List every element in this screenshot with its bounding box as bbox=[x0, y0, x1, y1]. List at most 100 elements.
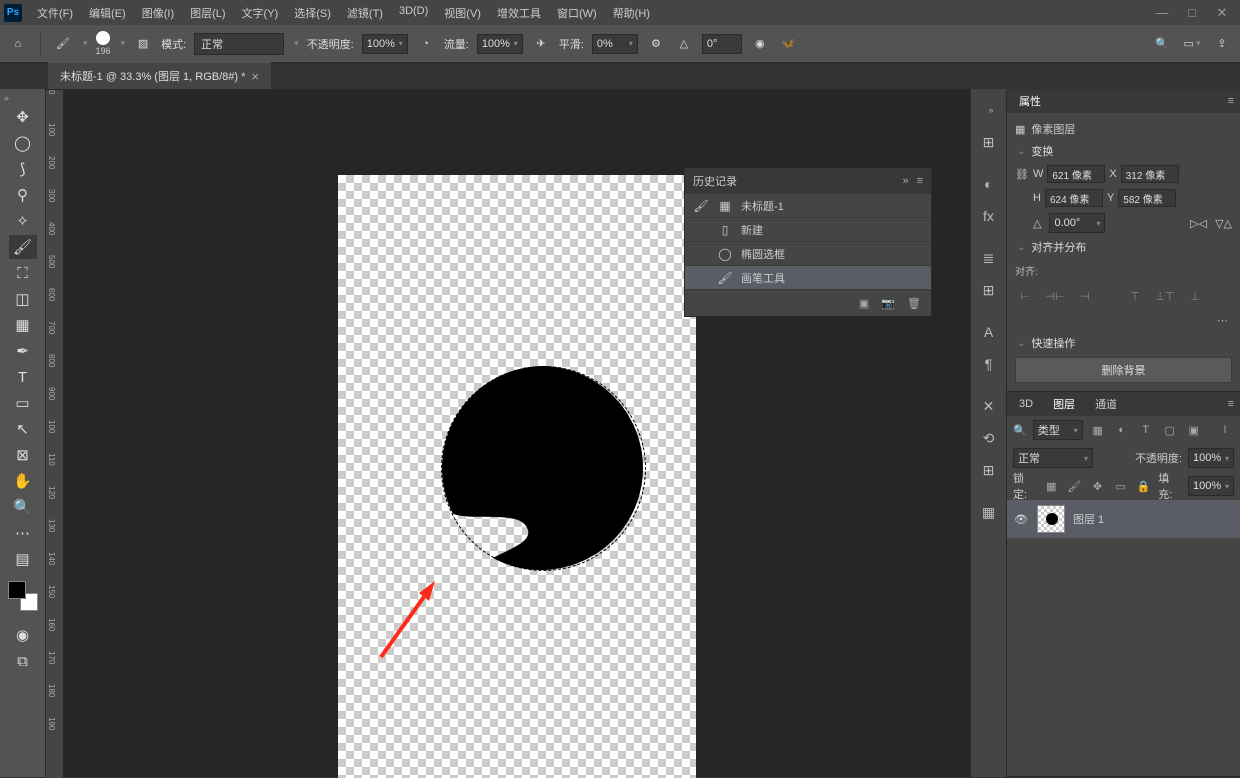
flip-v-icon[interactable]: ▽△ bbox=[1215, 217, 1232, 230]
new-snapshot-icon[interactable]: ▣ bbox=[859, 297, 869, 310]
minimize-button[interactable]: — bbox=[1148, 3, 1176, 23]
align-bottom-icon[interactable]: ⊥ bbox=[1185, 288, 1205, 304]
panel-menu-icon[interactable]: ≡ bbox=[1228, 95, 1234, 107]
brush-tool[interactable]: 🖌 bbox=[9, 235, 37, 259]
gradient-tool[interactable]: ▦ bbox=[9, 313, 37, 337]
pressure-size-icon[interactable]: ◉ bbox=[750, 34, 770, 54]
brush-panel-icon[interactable]: ▧ bbox=[133, 34, 153, 54]
align-left-icon[interactable]: ⊢ bbox=[1015, 288, 1035, 304]
panel-menu-icon[interactable]: ≡ bbox=[1228, 398, 1234, 410]
y-input[interactable] bbox=[1118, 189, 1176, 207]
lasso-tool[interactable]: ⟆ bbox=[9, 157, 37, 181]
document-tab[interactable]: 未标题-1 @ 33.3% (图层 1, RGB/8#) * × bbox=[48, 62, 271, 89]
flip-h-icon[interactable]: ▷◁ bbox=[1190, 217, 1207, 230]
strip-icon[interactable]: ¶ bbox=[974, 349, 1004, 379]
layer-name[interactable]: 图层 1 bbox=[1073, 511, 1104, 527]
menu-help[interactable]: 帮助(H) bbox=[606, 1, 657, 25]
type-tool[interactable]: T bbox=[9, 365, 37, 389]
strip-icon[interactable]: ✕ bbox=[974, 391, 1004, 421]
trash-icon[interactable]: 🗑 bbox=[907, 297, 921, 310]
smooth-input[interactable]: 0%▾ bbox=[592, 34, 638, 54]
align-top-icon[interactable]: ⊤ bbox=[1125, 288, 1145, 304]
menu-select[interactable]: 选择(S) bbox=[287, 1, 338, 25]
angle-input[interactable]: 0.00°▾ bbox=[1049, 213, 1105, 233]
tab-3d[interactable]: 3D bbox=[1015, 394, 1037, 414]
quick-select-tool[interactable]: ⚲ bbox=[9, 183, 37, 207]
link-icon[interactable]: ⛓ bbox=[1015, 168, 1029, 181]
strip-icon[interactable]: ⟲ bbox=[974, 423, 1004, 453]
menu-window[interactable]: 窗口(W) bbox=[550, 1, 604, 25]
layer-thumbnail[interactable] bbox=[1037, 505, 1065, 533]
edit-toolbar[interactable]: ▤ bbox=[9, 547, 37, 571]
menu-filter[interactable]: 滤镜(T) bbox=[340, 1, 390, 25]
quickmask-tool[interactable]: ◉ bbox=[9, 623, 37, 647]
filter-type-icon[interactable]: T bbox=[1137, 421, 1155, 439]
strip-icon[interactable]: ▦ bbox=[974, 497, 1004, 527]
strip-icon[interactable]: ⊞ bbox=[974, 455, 1004, 485]
search-icon[interactable]: 🔍 bbox=[1152, 34, 1172, 54]
tab-channels[interactable]: 通道 bbox=[1091, 392, 1121, 416]
filter-toggle[interactable]: ⏽ bbox=[1216, 421, 1234, 439]
mode-select[interactable]: 正常 bbox=[194, 33, 284, 55]
home-icon[interactable]: ⌂ bbox=[8, 34, 28, 54]
zoom-tool[interactable]: 🔍 bbox=[9, 495, 37, 519]
history-doc-row[interactable]: 🖌 ▦ 未标题-1 bbox=[685, 194, 931, 218]
history-item[interactable]: ▯ 新建 bbox=[685, 218, 931, 242]
menu-plugins[interactable]: 增效工具 bbox=[490, 1, 548, 25]
remove-bg-button[interactable]: 删除背景 bbox=[1015, 357, 1232, 383]
lock-move-icon[interactable]: ✥ bbox=[1089, 477, 1106, 495]
transform-section[interactable]: ⌄变换 bbox=[1015, 143, 1232, 159]
symmetry-icon[interactable]: 🦋 bbox=[778, 34, 798, 54]
collapse-icon[interactable]: » bbox=[902, 175, 908, 187]
layer-opacity-input[interactable]: 100%▾ bbox=[1188, 448, 1234, 468]
menu-file[interactable]: 文件(F) bbox=[30, 1, 80, 25]
screenmode-tool[interactable]: ⧉ bbox=[9, 649, 37, 673]
layer-filter-select[interactable]: 类型▾ bbox=[1033, 420, 1083, 440]
share-icon[interactable]: ⇪ bbox=[1212, 34, 1232, 54]
filter-smart-icon[interactable]: ▣ bbox=[1185, 421, 1203, 439]
history-item[interactable]: ◯ 椭圆选框 bbox=[685, 242, 931, 266]
filter-adjust-icon[interactable]: ◐ bbox=[1113, 421, 1131, 439]
fill-input[interactable]: 100%▾ bbox=[1188, 476, 1234, 496]
menu-edit[interactable]: 编辑(E) bbox=[82, 1, 133, 25]
camera-icon[interactable]: 📷 bbox=[881, 297, 895, 310]
x-input[interactable] bbox=[1121, 165, 1179, 183]
layer-row[interactable]: 👁 图层 1 bbox=[1007, 500, 1240, 538]
align-right-icon[interactable]: ⊣ bbox=[1075, 288, 1095, 304]
color-swatch[interactable] bbox=[8, 581, 38, 611]
marquee-tool[interactable]: ◯ bbox=[9, 131, 37, 155]
filter-shape-icon[interactable]: ▢ bbox=[1161, 421, 1179, 439]
airbrush-icon[interactable]: ✈ bbox=[531, 34, 551, 54]
filter-pixel-icon[interactable]: ▦ bbox=[1089, 421, 1107, 439]
lock-artboard-icon[interactable]: ▭ bbox=[1112, 477, 1129, 495]
gear-icon[interactable]: ⚙ bbox=[646, 34, 666, 54]
path-select-tool[interactable]: ↖ bbox=[9, 417, 37, 441]
width-input[interactable] bbox=[1047, 165, 1105, 183]
align-vcenter-icon[interactable]: ⊥⊤ bbox=[1155, 288, 1175, 304]
lock-all-icon[interactable]: 🔒 bbox=[1135, 477, 1152, 495]
move-tool[interactable]: ✥ bbox=[9, 105, 37, 129]
artboard[interactable] bbox=[338, 175, 696, 778]
hand-tool[interactable]: ✋ bbox=[9, 469, 37, 493]
frame-tool[interactable]: ⊠ bbox=[9, 443, 37, 467]
strip-icon[interactable]: ≣ bbox=[974, 243, 1004, 273]
more-icon[interactable]: ⋯ bbox=[1015, 312, 1232, 329]
blend-mode-select[interactable]: 正常▾ bbox=[1013, 448, 1093, 468]
menu-type[interactable]: 文字(Y) bbox=[235, 1, 286, 25]
workspace-icon[interactable]: ▭▾ bbox=[1182, 34, 1202, 54]
strip-icon[interactable]: A bbox=[974, 317, 1004, 347]
height-input[interactable] bbox=[1045, 189, 1103, 207]
visibility-icon[interactable]: 👁 bbox=[1013, 513, 1029, 526]
close-tab-icon[interactable]: × bbox=[251, 69, 259, 84]
wand-tool[interactable]: ✧ bbox=[9, 209, 37, 233]
strip-icon[interactable]: fx bbox=[974, 201, 1004, 231]
tab-properties[interactable]: 属性 bbox=[1015, 89, 1045, 113]
menu-3d[interactable]: 3D(D) bbox=[392, 1, 435, 25]
panel-menu-icon[interactable]: ≡ bbox=[917, 175, 923, 187]
pen-tool[interactable]: ✒ bbox=[9, 339, 37, 363]
strip-icon[interactable]: ◐ bbox=[974, 169, 1004, 199]
close-button[interactable]: ✕ bbox=[1208, 3, 1236, 23]
menu-image[interactable]: 图像(I) bbox=[135, 1, 181, 25]
lock-brush-icon[interactable]: 🖌 bbox=[1066, 477, 1083, 495]
more-tools[interactable]: ⋯ bbox=[9, 521, 37, 545]
